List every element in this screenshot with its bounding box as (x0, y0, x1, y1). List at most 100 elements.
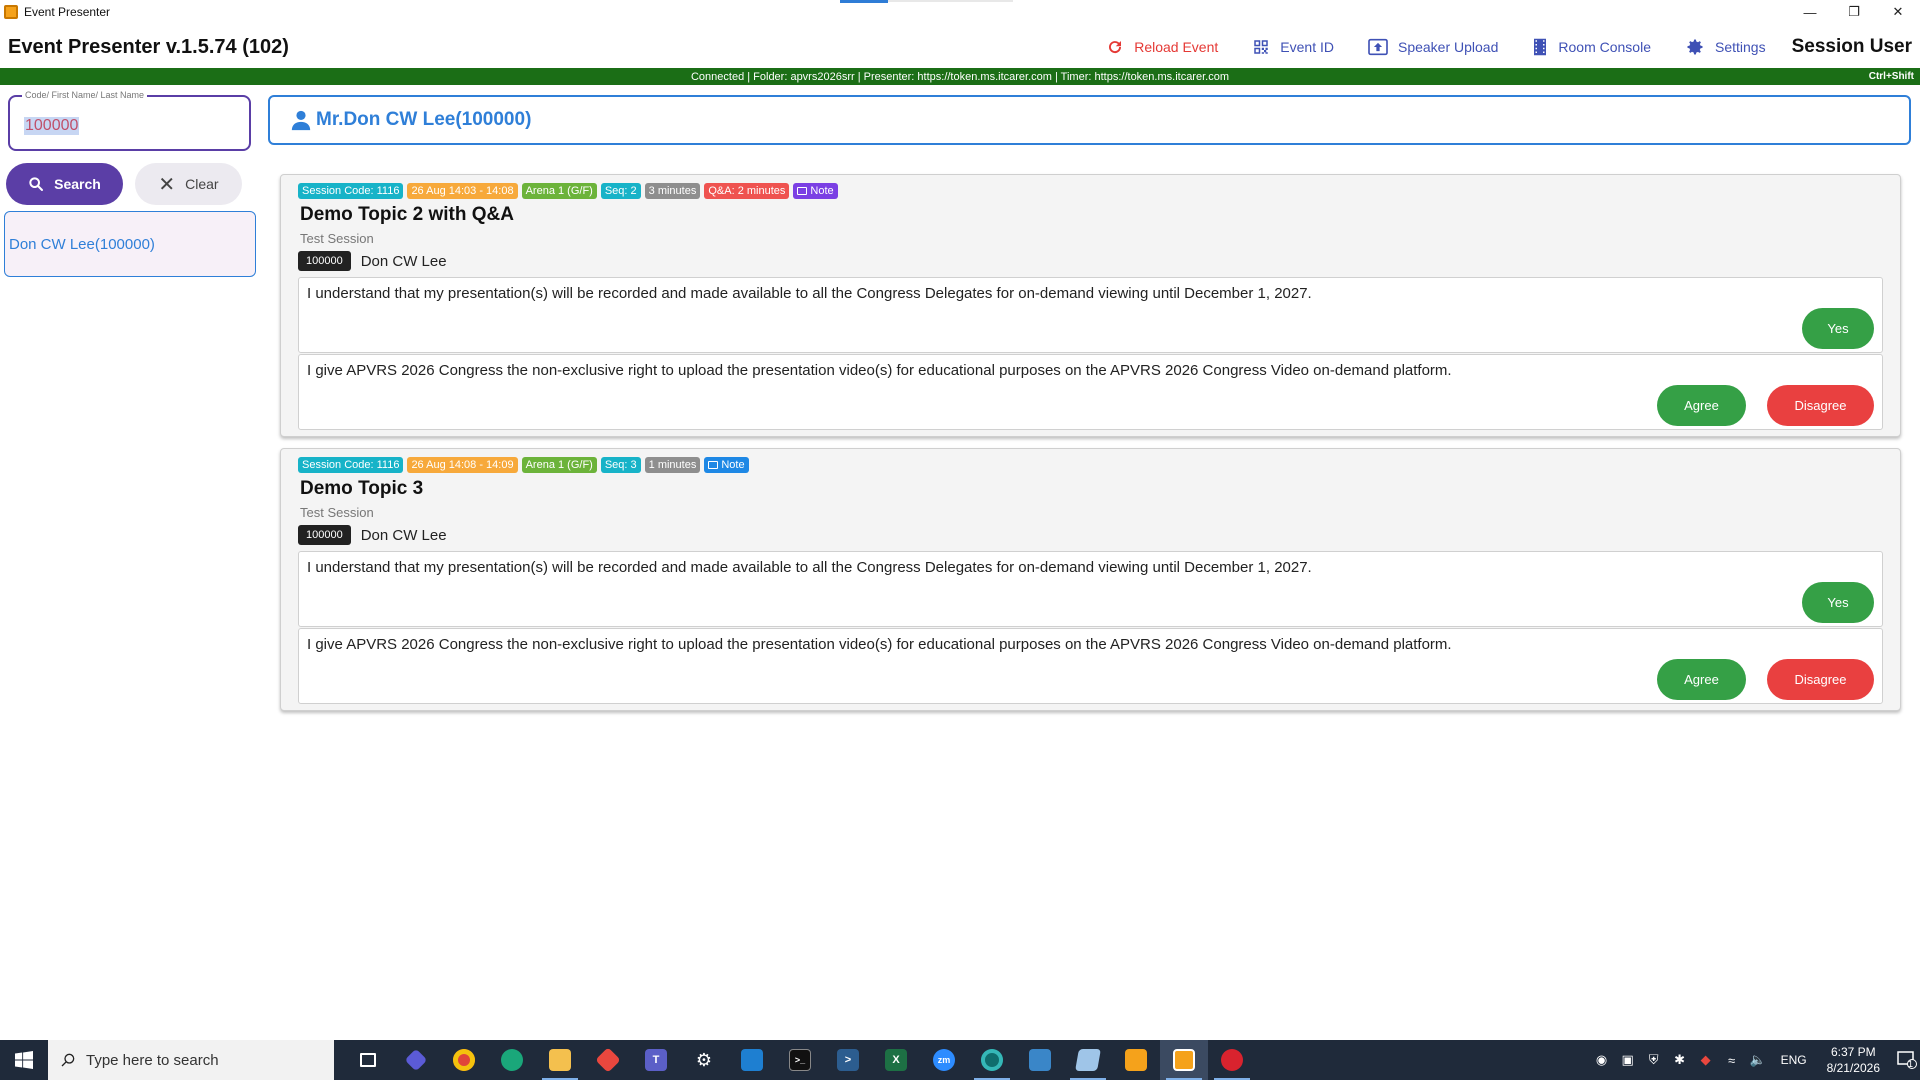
windows-logo-icon (15, 1051, 33, 1069)
session-code-badge: Session Code: 1116 (298, 183, 404, 199)
presenter-orange-icon[interactable] (1112, 1040, 1160, 1080)
tray-shield-icon[interactable]: ⛨ (1641, 1052, 1667, 1068)
search-input[interactable]: Code/ First Name/ Last Name 100000 (8, 90, 251, 151)
disagree-button[interactable]: Disagree (1767, 659, 1874, 700)
search-icon (29, 177, 44, 191)
session-user[interactable]: Session User (1792, 36, 1912, 58)
event-presenter-taskbar-icon[interactable] (1160, 1040, 1208, 1080)
vscode-icon[interactable] (728, 1040, 776, 1080)
note-badge[interactable]: Note (793, 183, 838, 199)
upload-consent-box: I give APVRS 2026 Congress the non-exclu… (298, 628, 1883, 704)
remote-desktop-icon[interactable] (1016, 1040, 1064, 1080)
clock-time: 6:37 PM (1830, 1045, 1876, 1059)
disagree-button[interactable]: Disagree (1767, 385, 1874, 426)
settings-button[interactable]: Settings (1685, 37, 1766, 57)
clear-button-label: Clear (185, 176, 219, 192)
powershell-icon[interactable]: > (824, 1040, 872, 1080)
search-button[interactable]: Search (6, 163, 123, 205)
minimize-icon[interactable]: — (1788, 0, 1832, 24)
speaker-name: Don CW Lee (360, 526, 447, 544)
anydesk-icon[interactable] (584, 1040, 632, 1080)
terminal-icon[interactable]: >_ (776, 1040, 824, 1080)
settings-app-icon[interactable]: ⚙ (680, 1040, 728, 1080)
wifi-icon[interactable]: ≈ (1719, 1053, 1745, 1068)
speaker-code-badge: 100000 (298, 251, 351, 271)
event-id-label: Event ID (1280, 39, 1334, 55)
room-console-label: Room Console (1558, 39, 1651, 55)
window-title: Event Presenter (24, 5, 111, 19)
taskbar-apps: T ⚙ >_ > X zm (344, 1040, 1256, 1080)
window-title-bar: Event Presenter — ❐ ✕ (0, 0, 1920, 24)
restore-icon[interactable]: ❐ (1832, 0, 1876, 24)
agree-button[interactable]: Agree (1657, 659, 1746, 700)
start-button[interactable] (0, 1040, 48, 1080)
red-tool-icon[interactable] (1208, 1040, 1256, 1080)
window-controls: — ❐ ✕ (1788, 0, 1920, 24)
film-icon (1534, 38, 1547, 56)
settings-label: Settings (1715, 39, 1766, 55)
sequence-badge: Seq: 2 (600, 183, 641, 199)
agree-button[interactable]: Agree (1657, 385, 1746, 426)
session-card: Session Code: 1116 26 Aug 14:08 - 14:09 … (280, 448, 1901, 711)
clear-button[interactable]: ✕ Clear (135, 163, 242, 205)
teams-icon[interactable]: T (632, 1040, 680, 1080)
upload-icon (1368, 38, 1388, 56)
search-input-value[interactable]: 100000 (24, 117, 80, 135)
speaker-upload-button[interactable]: Speaker Upload (1368, 38, 1498, 56)
tray-anydesk-icon[interactable]: ◆ (1693, 1052, 1719, 1068)
tray-sync-icon[interactable]: ▣ (1615, 1052, 1641, 1068)
search-result-item[interactable]: Don CW Lee(100000) (4, 211, 256, 277)
clock[interactable]: 6:37 PM 8/21/2026 (1827, 1044, 1880, 1076)
app-header: Event Presenter v.1.5.74 (102) Reload Ev… (0, 28, 1920, 66)
room-console-button[interactable]: Room Console (1532, 38, 1651, 56)
windows-taskbar: Type here to search T ⚙ >_ > X zm ◉ ▣ ⛨ … (0, 1040, 1920, 1080)
file-explorer-icon[interactable] (536, 1040, 584, 1080)
reload-icon (1109, 41, 1122, 54)
tray-bluetooth-icon[interactable]: ✱ (1667, 1052, 1693, 1068)
session-badges: Session Code: 1116 26 Aug 14:08 - 14:09 … (298, 457, 753, 473)
duration-badge: 3 minutes (644, 183, 701, 199)
session-time-badge: 26 Aug 14:08 - 14:09 (407, 457, 518, 473)
status-text: Connected | Folder: apvrs2026srr | Prese… (690, 70, 1229, 83)
excel-icon[interactable]: X (872, 1040, 920, 1080)
session-title: Demo Topic 2 with Q&A (300, 204, 514, 225)
session-title: Demo Topic 3 (300, 478, 424, 499)
session-subtitle: Test Session (300, 505, 374, 520)
speaker-code-badge: 100000 (298, 525, 351, 545)
tray-app-icon[interactable]: ◉ (1589, 1052, 1615, 1068)
yes-button[interactable]: Yes (1802, 308, 1874, 349)
speaker-name: Don CW Lee (360, 252, 447, 270)
note-icon (797, 187, 808, 195)
presenter-field: Mr.Don CW Lee(100000) (268, 95, 1911, 145)
notification-center-icon[interactable]: 1 (1890, 1051, 1920, 1069)
event-id-button[interactable]: Event ID (1252, 38, 1334, 56)
taskbar-search[interactable]: Type here to search (48, 1040, 334, 1080)
recording-consent-box: I understand that my presentation(s) wil… (298, 551, 1883, 627)
close-icon[interactable]: ✕ (1876, 0, 1920, 24)
top-indicator-track (888, 0, 1013, 2)
presenter-name: Mr.Don CW Lee(100000) (316, 109, 532, 130)
edge-icon[interactable] (488, 1040, 536, 1080)
system-tray: ◉ ▣ ⛨ ✱ ◆ ≈ 🔈 ENG 6:37 PM 8/21/2026 1 (1589, 1040, 1920, 1080)
session-time-badge: 26 Aug 14:03 - 14:08 (407, 183, 518, 199)
reload-event-button[interactable]: Reload Event (1106, 38, 1218, 56)
upload-consent-text: I give APVRS 2026 Congress the non-exclu… (307, 636, 1452, 653)
note-badge[interactable]: Note (704, 457, 749, 473)
yes-button[interactable]: Yes (1802, 582, 1874, 623)
speaker-upload-label: Speaker Upload (1397, 39, 1499, 55)
chrome-icon[interactable] (440, 1040, 488, 1080)
notepad-icon[interactable] (1064, 1040, 1112, 1080)
task-view-icon[interactable] (344, 1040, 392, 1080)
volume-muted-icon[interactable]: 🔈 (1745, 1052, 1771, 1068)
note-badge-label: Note (810, 185, 834, 197)
paint-app-icon[interactable] (392, 1040, 440, 1080)
reload-event-label: Reload Event (1134, 39, 1219, 55)
note-badge-label: Note (721, 459, 745, 471)
zoom-icon[interactable]: zm (920, 1040, 968, 1080)
status-bar: Connected | Folder: apvrs2026srr | Prese… (0, 68, 1920, 85)
language-indicator[interactable]: ENG (1781, 1053, 1807, 1067)
search-input-label: Code/ First Name/ Last Name (22, 90, 148, 100)
app-circle-icon[interactable] (968, 1040, 1016, 1080)
taskbar-search-placeholder: Type here to search (86, 1051, 219, 1069)
clock-date: 8/21/2026 (1826, 1061, 1880, 1075)
